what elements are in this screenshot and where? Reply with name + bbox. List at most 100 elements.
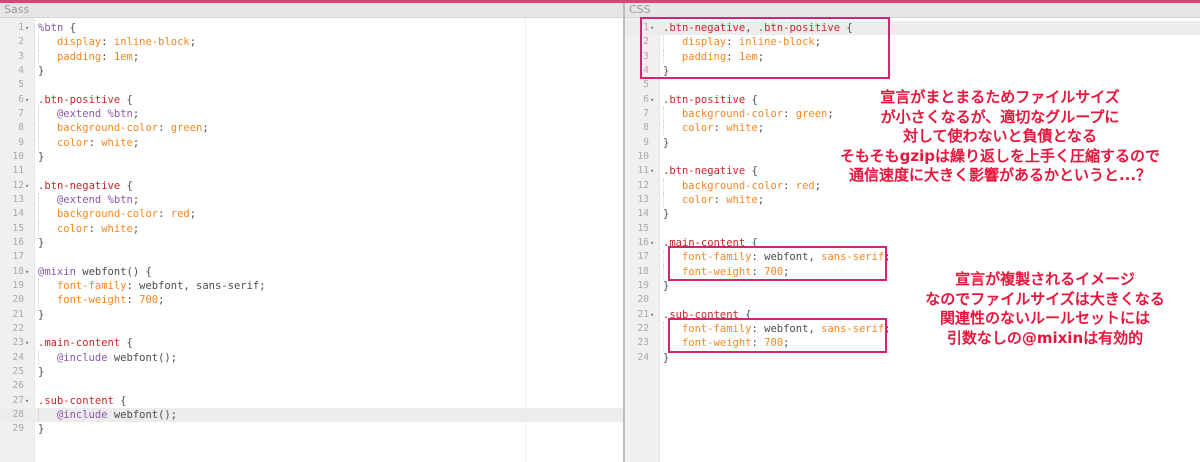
code-token: %btn — [38, 22, 64, 34]
code-line[interactable]: 23 ▾ .main-content { — [0, 336, 623, 350]
code-line[interactable]: 17 — [0, 250, 623, 264]
code-line[interactable]: 18 ▾ @mixin webfont() { — [0, 265, 623, 279]
code-token: @include — [56, 408, 108, 421]
code-line[interactable]: 4} — [0, 64, 623, 78]
highlight-box-main-content — [668, 246, 887, 281]
line-number: 16 — [12, 236, 24, 248]
sass-pane-title: Sass — [0, 3, 623, 18]
code-token: { — [120, 179, 133, 192]
fold-toggle-icon[interactable]: ▾ — [25, 21, 33, 35]
code-line[interactable]: 5 — [0, 78, 623, 92]
code-line[interactable]: 13 color: white; — [625, 192, 1200, 208]
line-number: 5 — [643, 79, 649, 91]
line-number: 5 — [18, 79, 24, 91]
sass-editor[interactable]: 1 ▾ %btn {2 display: inline-block; 3 padding:… — [0, 21, 623, 437]
code-token: webfont() { — [75, 265, 152, 278]
code-line[interactable]: 26 — [0, 379, 623, 393]
annotation-line: なのでファイルサイズは大きくなる — [925, 289, 1165, 308]
code-text: background-color: green; — [38, 121, 209, 135]
code-token: .sub-content — [38, 394, 114, 407]
line-number: 11 — [637, 165, 649, 177]
highlight-box-sub-content — [668, 318, 887, 353]
code-token: padding — [56, 50, 102, 63]
code-line[interactable]: 12 ▾ .btn-negative { — [0, 179, 623, 193]
code-token: { — [120, 337, 133, 350]
code-line[interactable]: 9 color: white; — [0, 135, 623, 150]
line-number: 7 — [643, 107, 649, 119]
fold-toggle-icon[interactable]: ▾ — [650, 93, 658, 107]
line-number: 2 — [18, 36, 24, 48]
code-token: color — [56, 136, 89, 149]
line-number: 3 — [18, 50, 24, 62]
fold-toggle-icon[interactable]: ▾ — [25, 336, 33, 350]
code-line[interactable]: 29} — [0, 422, 623, 436]
code-line[interactable]: 15 color: white; — [0, 221, 623, 236]
code-text: } — [38, 236, 44, 250]
code-line[interactable]: 20 font-weight: 700; — [0, 293, 623, 308]
line-number: 21 — [637, 308, 649, 320]
annotation-line: 宣言がまとまるためファイルサイズ — [880, 88, 1120, 106]
code-text: } — [38, 150, 44, 164]
line-number: 17 — [12, 251, 24, 263]
line-number: 1 — [18, 22, 24, 33]
code-text: font-weight: 700; — [38, 293, 165, 307]
code-line[interactable]: 10} — [0, 150, 623, 164]
code-text: @extend %btn; — [38, 193, 139, 207]
line-number: 10 — [12, 150, 24, 162]
code-token: { — [63, 22, 76, 34]
fold-toggle-icon[interactable]: ▾ — [25, 93, 33, 107]
code-line[interactable]: 24 @include webfont(); — [0, 350, 623, 365]
code-token: %btn — [107, 193, 133, 206]
code-line[interactable]: 15 — [625, 222, 1200, 236]
code-line[interactable]: 27 ▾ .sub-content { — [0, 394, 623, 408]
code-token: } — [38, 365, 45, 378]
fold-toggle-icon[interactable]: ▾ — [25, 179, 33, 193]
code-text: padding: 1em; — [38, 50, 139, 64]
code-token: } — [663, 136, 670, 149]
fold-toggle-icon[interactable]: ▾ — [650, 236, 658, 250]
code-token: background-color — [56, 208, 159, 221]
code-token: } — [38, 423, 45, 436]
line-number: 14 — [12, 208, 24, 220]
code-token: @mixin — [38, 265, 76, 278]
code-line[interactable]: 7 @extend %btn; — [0, 106, 623, 122]
code-token: color — [681, 122, 714, 135]
fold-toggle-icon[interactable]: ▾ — [25, 265, 33, 279]
code-token: .btn-negative — [38, 179, 121, 192]
code-token: .main-content — [38, 337, 121, 350]
code-token: ; — [757, 122, 765, 135]
code-line[interactable]: 22 — [0, 322, 623, 336]
code-token: %btn — [107, 107, 133, 120]
code-line[interactable]: 19 font-family: webfont, sans-serif; — [0, 278, 623, 294]
code-token: { — [745, 93, 758, 106]
code-token: white — [726, 122, 758, 135]
line-number: 20 — [12, 294, 24, 306]
highlight-box-grouped-selectors — [640, 17, 890, 79]
code-text: background-color: red; — [38, 207, 196, 221]
code-line[interactable]: 6 ▾ .btn-positive { — [0, 93, 623, 107]
code-line[interactable]: 16} — [0, 236, 623, 250]
code-line[interactable]: 25} — [0, 365, 623, 379]
code-token: : — [88, 136, 102, 149]
line-number: 13 — [12, 193, 24, 205]
code-line[interactable]: 14 background-color: red; — [0, 207, 623, 222]
fold-toggle-icon[interactable]: ▾ — [25, 394, 33, 408]
fold-toggle-icon[interactable]: ▾ — [650, 308, 658, 322]
code-line[interactable]: 3 padding: 1em; — [0, 49, 623, 64]
code-token: ; — [132, 193, 140, 206]
code-line[interactable]: 28 @include webfont(); — [0, 407, 623, 423]
code-line[interactable]: 14} — [625, 207, 1200, 221]
code-line[interactable]: 11 — [0, 164, 623, 178]
sass-pane[interactable]: Sass 1 ▾ %btn {2 display: inline-block; 3 pad… — [0, 3, 623, 462]
fold-toggle-icon[interactable]: ▾ — [650, 164, 658, 178]
code-line[interactable]: 1 ▾ %btn { — [0, 21, 623, 35]
code-line[interactable]: 2 display: inline-block; — [0, 35, 623, 50]
line-number: 29 — [12, 423, 24, 435]
code-token: } — [663, 279, 670, 292]
code-token: ; — [202, 122, 209, 135]
code-line[interactable]: 13 @extend %btn; — [0, 192, 623, 208]
code-line[interactable]: 8 background-color: green; — [0, 121, 623, 136]
annotation-extend-note: 宣言がまとまるためファイルサイズ が小さくなるが、適切なグループに 対して使わないと… — [790, 88, 1200, 186]
code-line[interactable]: 21} — [0, 308, 623, 322]
line-number: 16 — [637, 236, 649, 248]
